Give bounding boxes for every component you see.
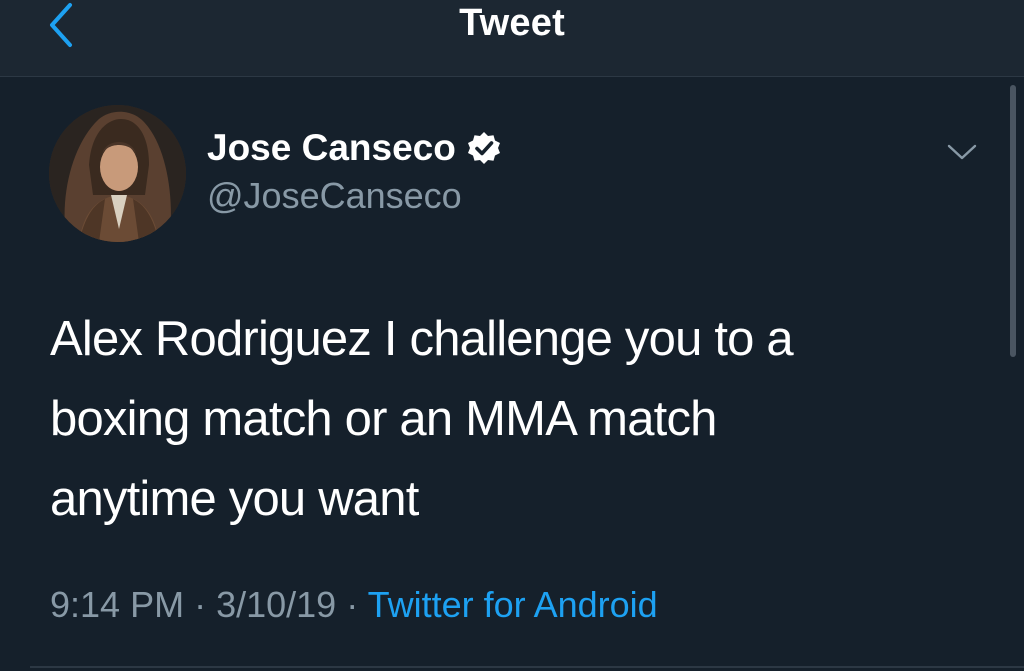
- nav-bar: Tweet: [0, 0, 1024, 77]
- tweet-detail: Jose Canseco @JoseCanseco Alex Rodriguez…: [0, 77, 1024, 671]
- tweet-text-line: boxing match or an MMA match: [50, 392, 717, 446]
- tweet-time: 9:14 PM: [50, 584, 185, 625]
- tweet-text-line: anytime you want: [50, 472, 419, 526]
- tweet-meta: 9:14 PM · 3/10/19 · Twitter for Android: [50, 584, 658, 626]
- verified-badge-icon: [467, 132, 500, 164]
- divider: [30, 666, 1024, 668]
- page-title: Tweet: [459, 2, 565, 44]
- tweet-date: 3/10/19: [216, 584, 337, 625]
- author-name-row[interactable]: Jose Canseco: [207, 125, 502, 171]
- username[interactable]: @JoseCanseco: [207, 175, 462, 217]
- tweet-text: Alex Rodriguez I challenge you to a boxi…: [50, 299, 950, 539]
- chevron-down-icon: [947, 144, 977, 160]
- more-options-button[interactable]: [938, 135, 986, 169]
- tweet-source-link[interactable]: Twitter for Android: [368, 584, 658, 625]
- tweet-text-line: Alex Rodriguez I challenge you to a: [50, 312, 794, 366]
- meta-separator: ·: [194, 584, 217, 625]
- meta-separator: ·: [346, 584, 368, 625]
- avatar[interactable]: [49, 105, 186, 242]
- avatar-image: [49, 105, 186, 242]
- display-name[interactable]: Jose Canseco: [207, 127, 456, 169]
- scrollbar[interactable]: [1010, 85, 1016, 357]
